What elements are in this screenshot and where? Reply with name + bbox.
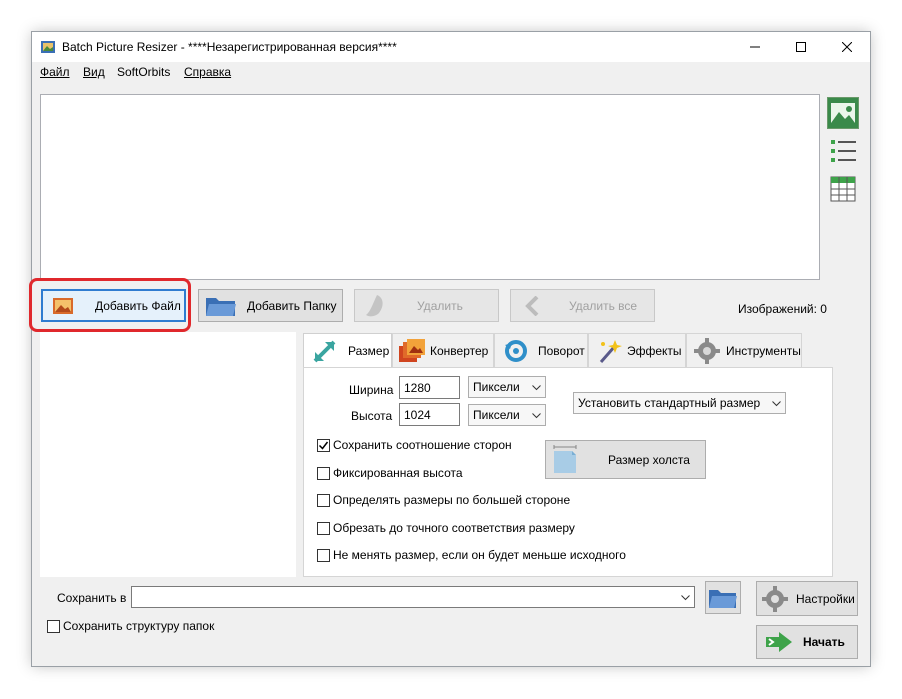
save-to-combo[interactable] xyxy=(131,586,695,608)
width-unit-select[interactable]: Пиксели xyxy=(468,376,546,398)
resize-icon xyxy=(312,338,338,364)
app-logo-icon xyxy=(40,39,56,55)
menu-view[interactable]: Вид xyxy=(83,65,105,79)
fixed-height-label: Фиксированная высота xyxy=(333,466,463,480)
tab-effects-label: Эффекты xyxy=(627,343,682,358)
tab-size-label: Размер xyxy=(348,344,390,358)
preset-size-value: Установить стандартный размер xyxy=(578,396,761,410)
chevron-down-icon xyxy=(772,396,781,410)
delete-icon xyxy=(363,293,387,319)
tab-effects[interactable]: Эффекты xyxy=(588,333,686,367)
checkbox[interactable] xyxy=(317,438,330,452)
maximize-button[interactable] xyxy=(778,32,824,62)
width-unit-value: Пиксели xyxy=(473,380,520,394)
height-input[interactable]: 1024 xyxy=(399,403,460,426)
tab-rotate-label: Поворот xyxy=(538,343,585,358)
chevron-down-icon xyxy=(532,380,541,394)
checkbox[interactable] xyxy=(317,548,330,562)
tab-converter-label: Конвертер xyxy=(430,343,489,358)
app-window: Batch Picture Resizer - ****Незарегистри… xyxy=(29,32,870,666)
delete-all-label: Удалить все xyxy=(569,298,638,313)
title-bar: Batch Picture Resizer - ****Незарегистри… xyxy=(32,32,870,62)
menu-help[interactable]: Справка xyxy=(184,65,231,79)
add-file-label: Добавить Файл xyxy=(95,298,181,313)
larger-side-option[interactable]: Определять размеры по большей стороне xyxy=(317,493,570,507)
keep-aspect-label: Сохранить соотношение сторон xyxy=(333,438,512,452)
preview-panel xyxy=(40,332,296,577)
images-count: Изображений: 0 xyxy=(738,302,827,316)
no-upscale-label: Не менять размер, если он будет меньше и… xyxy=(333,548,626,562)
add-file-button[interactable]: Добавить Файл xyxy=(41,289,186,322)
settings-label: Настройки xyxy=(796,591,855,606)
add-folder-label: Добавить Папку xyxy=(247,298,337,313)
tab-converter[interactable]: Конвертер xyxy=(392,333,494,367)
minimize-button[interactable] xyxy=(732,32,778,62)
menu-softorbits[interactable]: SoftOrbits xyxy=(117,65,170,79)
list-view-icon[interactable] xyxy=(830,138,858,164)
delete-button[interactable]: Удалить xyxy=(354,289,499,322)
delete-label: Удалить xyxy=(417,298,463,313)
folder-icon xyxy=(708,587,738,609)
keep-aspect-option[interactable]: Сохранить соотношение сторон xyxy=(317,438,512,452)
effects-icon xyxy=(595,338,623,364)
canvas-size-icon xyxy=(552,444,578,475)
crop-exact-label: Обрезать до точного соответствия размеру xyxy=(333,521,575,535)
height-unit-value: Пиксели xyxy=(473,408,520,422)
window-title: Batch Picture Resizer - ****Незарегистри… xyxy=(62,40,397,54)
larger-side-label: Определять размеры по большей стороне xyxy=(333,493,571,507)
start-label: Начать xyxy=(803,635,845,649)
start-button[interactable]: Начать xyxy=(756,625,858,659)
height-unit-select[interactable]: Пиксели xyxy=(468,404,546,426)
tab-tools[interactable]: Инструменты xyxy=(686,333,802,367)
image-file-icon xyxy=(53,297,73,314)
no-upscale-option[interactable]: Не менять размер, если он будет меньше и… xyxy=(317,548,626,562)
canvas-size-label: Размер холста xyxy=(608,452,690,467)
browse-folder-button[interactable] xyxy=(705,581,741,614)
grid-view-icon[interactable] xyxy=(830,176,858,202)
image-list-area[interactable] xyxy=(40,94,820,280)
checkbox[interactable] xyxy=(317,521,330,535)
crop-exact-option[interactable]: Обрезать до точного соответствия размеру xyxy=(317,521,575,535)
tab-size[interactable]: Размер xyxy=(303,333,392,368)
add-folder-button[interactable]: Добавить Папку xyxy=(198,289,343,322)
chevron-down-icon xyxy=(681,590,690,604)
close-button[interactable] xyxy=(824,32,870,62)
keep-structure-label: Сохранить структуру папок xyxy=(63,619,215,633)
checkbox[interactable] xyxy=(317,493,330,507)
tab-rotate[interactable]: Поворот xyxy=(494,333,588,367)
checkbox[interactable] xyxy=(47,619,60,633)
tools-icon xyxy=(694,337,720,364)
width-label: Ширина xyxy=(349,383,394,397)
rotate-icon xyxy=(504,339,528,363)
tab-tools-label: Инструменты xyxy=(726,343,801,358)
convert-icon xyxy=(398,338,426,364)
fixed-height-option[interactable]: Фиксированная высота xyxy=(317,466,463,480)
folder-icon xyxy=(205,295,237,317)
start-arrow-icon xyxy=(765,631,793,653)
keep-structure-option[interactable]: Сохранить структуру папок xyxy=(47,619,214,633)
save-to-label: Сохранить в xyxy=(57,591,127,605)
width-input[interactable]: 1280 xyxy=(399,376,460,399)
height-label: Высота xyxy=(351,409,393,423)
settings-button[interactable]: Настройки xyxy=(756,581,858,616)
chevron-down-icon xyxy=(532,408,541,422)
preset-size-select[interactable]: Установить стандартный размер xyxy=(573,392,786,414)
menu-file[interactable]: Файл xyxy=(40,65,70,79)
back-arrow-icon xyxy=(525,295,539,316)
gear-icon xyxy=(762,585,788,612)
image-view-icon[interactable] xyxy=(827,97,859,129)
canvas-size-button[interactable]: Размер холста xyxy=(545,440,706,479)
checkbox[interactable] xyxy=(317,466,330,480)
delete-all-button[interactable]: Удалить все xyxy=(510,289,655,322)
